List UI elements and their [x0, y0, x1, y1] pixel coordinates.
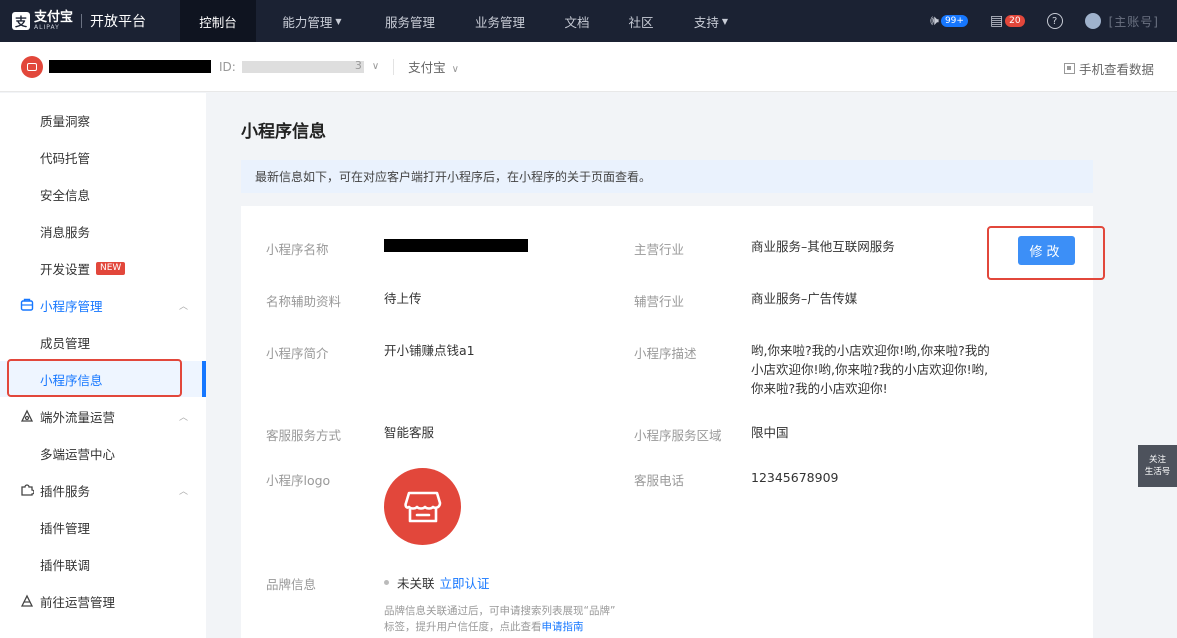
plugin-icon	[20, 483, 34, 497]
info-card: 小程序名称 主营行业 商业服务–其他互联网服务 修改 名称辅助资料 待上传 辅营…	[241, 206, 1105, 638]
clipboard-icon: ▤	[989, 13, 1004, 29]
sub-industry-label: 辅营行业	[634, 294, 685, 309]
nav-capability[interactable]: 能力管理 ▼	[256, 0, 368, 42]
chevron-up-icon: ︿	[178, 412, 188, 423]
caret-down-icon: ▼	[335, 16, 342, 26]
industry-value: 商业服务–其他互联网服务	[751, 239, 895, 254]
sidebar-item-miniapp-info[interactable]: 小程序信息	[0, 361, 206, 397]
avatar[interactable]	[1084, 13, 1101, 29]
client-select[interactable]: 支付宝 ∨	[408, 57, 459, 76]
sidebar-item-security[interactable]: 安全信息	[0, 176, 206, 212]
speaker-icon: 🕪	[930, 13, 939, 29]
sub-industry-value: 商业服务–广告传媒	[751, 291, 858, 306]
nav-service[interactable]: 服务管理	[368, 0, 452, 42]
name-value-redacted	[384, 239, 528, 252]
platform-title: 开放平台	[90, 14, 147, 30]
account-name[interactable]: [主账号]	[1109, 13, 1159, 30]
name-label: 小程序名称	[266, 242, 329, 257]
sidebar-group-plugin[interactable]: 插件服务 ︿	[0, 472, 206, 508]
sidebar-item-members[interactable]: 成员管理	[0, 324, 206, 360]
cs-value: 智能客服	[384, 425, 435, 440]
notification-badge: 99+	[940, 15, 968, 27]
brand-name: 支付宝	[34, 10, 74, 25]
qrcode-icon	[1063, 63, 1075, 74]
sidebar-item-code[interactable]: 代码托管	[0, 139, 206, 175]
alipay-logo-icon: 支	[12, 12, 30, 30]
traffic-icon	[20, 409, 34, 423]
brand-status-row: 未关联 立即认证	[384, 573, 490, 592]
task-button[interactable]: ▤ 20	[990, 13, 1025, 29]
region-value: 限中国	[751, 425, 789, 440]
new-badge: NEW	[96, 261, 126, 275]
logo-divider	[81, 14, 83, 28]
status-dot	[384, 580, 389, 585]
info-notice: 最新信息如下，可在对应客户端打开小程序后，在小程序的关于页面查看。	[241, 160, 1093, 193]
sidebar-item-quality[interactable]: 质量洞察	[0, 102, 206, 138]
cs-label: 客服服务方式	[266, 428, 342, 443]
miniapp-logo	[384, 468, 461, 545]
nav-console[interactable]: 控制台	[180, 0, 256, 42]
mobile-data-button[interactable]: 手机查看数据	[1063, 59, 1154, 78]
sidebar-item-multi-platform[interactable]: 多端运营中心	[0, 435, 206, 471]
app-id-value: 3	[241, 59, 364, 73]
operation-icon	[20, 594, 34, 608]
help-button[interactable]: ?	[1046, 13, 1063, 29]
shop-icon	[27, 62, 37, 71]
shop-icon	[403, 491, 441, 522]
aux-value: 待上传	[384, 291, 422, 306]
logo-label: 小程序logo	[266, 473, 331, 488]
aux-label: 名称辅助资料	[266, 294, 342, 309]
task-badge: 20	[1005, 15, 1025, 27]
brand-name-en: ALIPAY	[34, 24, 60, 31]
follow-life-account-button[interactable]: 关注 生活号	[1138, 445, 1177, 487]
nav-community[interactable]: 社区	[606, 0, 676, 42]
edit-button[interactable]: 修改	[1018, 236, 1075, 265]
sidebar-group-miniapp[interactable]: 小程序管理 ︿	[0, 287, 206, 323]
app-icon	[21, 55, 43, 78]
app-name-redacted	[49, 60, 211, 73]
app-id-label: ID:	[219, 59, 236, 74]
intro-label: 小程序简介	[266, 346, 329, 361]
chevron-down-icon: ∨	[451, 64, 459, 75]
brand-status: 未关联	[397, 576, 435, 591]
question-icon: ?	[1046, 13, 1063, 29]
page-title: 小程序信息	[241, 122, 326, 142]
sidebar-item-message[interactable]: 消息服务	[0, 213, 206, 249]
apply-guide-link[interactable]: 申请指南	[542, 621, 584, 633]
sidebar-item-plugin-manage[interactable]: 插件管理	[0, 509, 206, 545]
nav-support[interactable]: 支持 ▼	[676, 0, 746, 42]
sidebar-group-traffic[interactable]: 端外流量运营 ︿	[0, 398, 206, 434]
main-menu: 控制台 能力管理 ▼ 服务管理 业务管理 文档 社区 支持 ▼	[180, 0, 746, 42]
desc-value: 哟,你来啦?我的小店欢迎你!哟,你来啦?我的 小店欢迎你!哟,你来啦?我的小店欢…	[751, 343, 990, 396]
divider	[393, 58, 395, 75]
sidebar-group-operation[interactable]: 前往运营管理	[0, 583, 206, 619]
top-nav: 支 支付宝 ALIPAY 开放平台 控制台 能力管理 ▼ 服务管理 业务管理 文档…	[0, 0, 1177, 42]
caret-down-icon: ▼	[721, 16, 729, 26]
phone-label: 客服电话	[634, 473, 685, 488]
brand-label: 品牌信息	[266, 577, 317, 592]
industry-label: 主营行业	[634, 242, 685, 257]
nav-right: 🕪 99+ ▤ 20 ? [主账号]	[930, 0, 1177, 42]
nav-business[interactable]: 业务管理	[452, 0, 548, 42]
app-bar: ID: 3 ∨ 支付宝 ∨ 手机查看数据	[0, 42, 1177, 92]
alipay-logo[interactable]: 支 支付宝 ALIPAY 开放平台	[0, 11, 180, 31]
notification-button[interactable]: 🕪 99+	[930, 13, 968, 29]
chevron-up-icon: ︿	[178, 301, 188, 312]
miniapp-icon	[20, 298, 34, 312]
chevron-up-icon: ︿	[178, 486, 188, 497]
brand-tip: 品牌信息关联通过后，可申请搜索列表展现“品牌” 标签，提升用户信任度，点此查看申…	[384, 605, 616, 633]
sidebar: 质量洞察 代码托管 安全信息 消息服务 开发设置 NEW 小程序管理 ︿ 成员管理…	[0, 93, 206, 638]
region-label: 小程序服务区域	[634, 428, 722, 443]
desc-label: 小程序描述	[634, 346, 697, 361]
app-switch-chevron-icon[interactable]: ∨	[372, 61, 379, 72]
nav-docs[interactable]: 文档	[548, 0, 606, 42]
intro-value: 开小铺赚点钱a1	[384, 343, 475, 358]
phone-value: 12345678909	[751, 470, 839, 485]
verify-link[interactable]: 立即认证	[440, 573, 490, 592]
sidebar-item-dev-settings[interactable]: 开发设置 NEW	[0, 250, 206, 286]
sidebar-item-plugin-debug[interactable]: 插件联调	[0, 546, 206, 582]
